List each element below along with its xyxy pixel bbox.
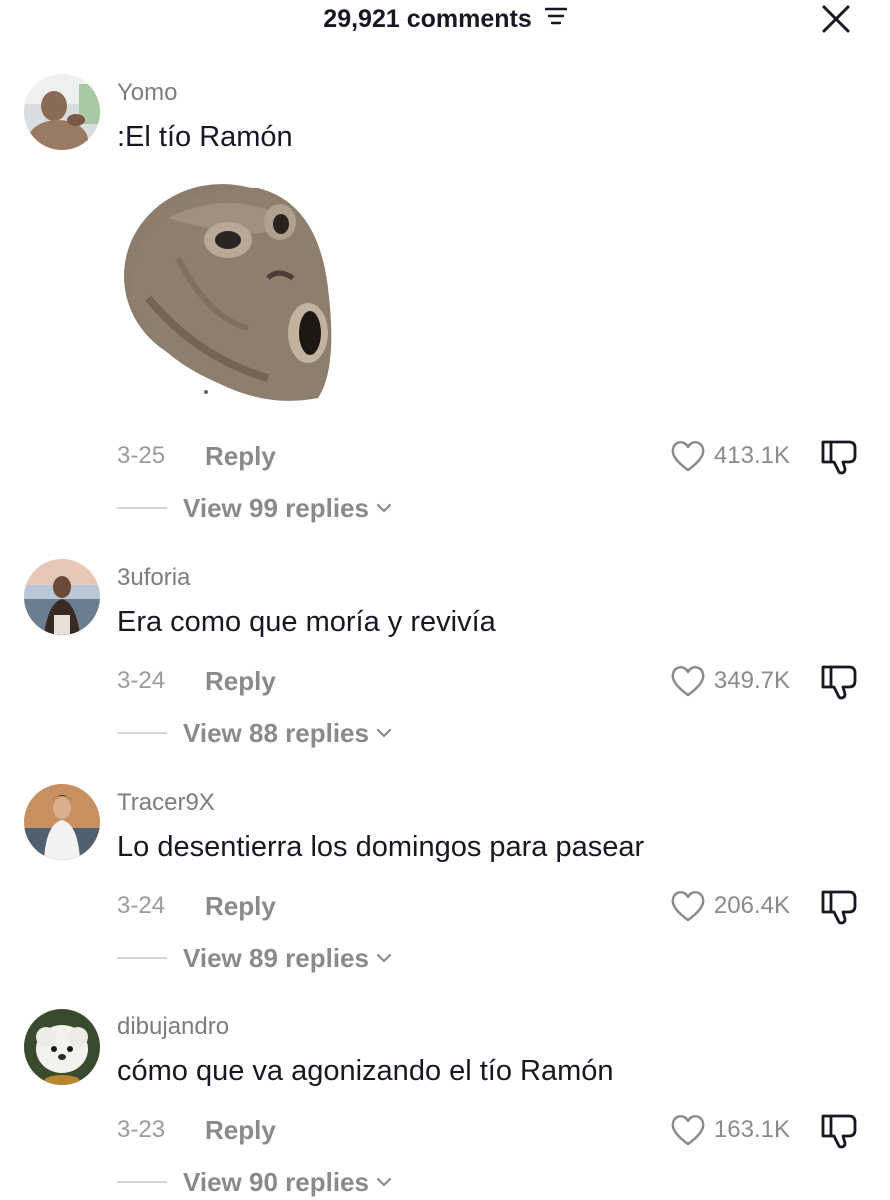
- comment-date: 3-24: [117, 892, 166, 919]
- heart-icon: [671, 441, 705, 472]
- comment-text: Era como que moría y revivía: [117, 606, 496, 638]
- like-count: 206.4K: [713, 892, 790, 919]
- view-replies-label: View 90 replies: [183, 1167, 369, 1197]
- heart-icon: [671, 891, 705, 922]
- comment-text: Lo desentierra los domingos para pasear: [117, 831, 645, 863]
- comment-username[interactable]: dibujandro: [117, 1012, 229, 1042]
- comments-header: 29,921 comments: [0, 0, 890, 38]
- view-replies-button[interactable]: View 89 replies: [117, 941, 393, 975]
- view-replies-button[interactable]: View 90 replies: [117, 1165, 393, 1199]
- chevron-down-icon: [376, 728, 392, 738]
- like-button[interactable]: 349.7K: [600, 661, 790, 701]
- reply-button[interactable]: Reply: [205, 441, 276, 471]
- chevron-down-icon: [376, 953, 392, 963]
- like-count: 163.1K: [713, 1116, 790, 1143]
- like-button[interactable]: 413.1K: [600, 436, 790, 476]
- skull-sticker: [118, 178, 348, 413]
- comment-username[interactable]: Yomo: [117, 78, 178, 108]
- reply-button[interactable]: Reply: [205, 1115, 276, 1145]
- comment-text: :El tío Ramón: [117, 121, 293, 153]
- comment-username[interactable]: 3uforia: [117, 563, 190, 593]
- reply-button[interactable]: Reply: [205, 666, 276, 696]
- chevron-down-icon: [376, 1177, 392, 1187]
- comment-date: 3-23: [117, 1116, 166, 1143]
- view-replies-button[interactable]: View 88 replies: [117, 716, 393, 750]
- chevron-down-icon: [376, 503, 392, 513]
- like-count: 349.7K: [713, 667, 790, 694]
- comments-count: 29,921 comments: [323, 5, 532, 33]
- comment-text: cómo que va agonizando el tío Ramón: [117, 1055, 614, 1087]
- filter-icon[interactable]: [544, 3, 567, 33]
- reply-button[interactable]: Reply: [205, 891, 276, 921]
- divider: [117, 957, 167, 959]
- comment-username[interactable]: Tracer9X: [117, 788, 215, 818]
- view-replies-label: View 89 replies: [183, 943, 369, 973]
- dislike-icon[interactable]: [818, 886, 862, 926]
- heart-icon: [671, 1115, 705, 1146]
- like-count: 413.1K: [713, 442, 790, 469]
- comment-date: 3-24: [117, 667, 166, 694]
- heart-icon: [671, 666, 705, 697]
- comment-date: 3-25: [117, 442, 166, 469]
- avatar[interactable]: [24, 1009, 100, 1085]
- dislike-icon[interactable]: [818, 436, 862, 476]
- like-button[interactable]: 163.1K: [600, 1110, 790, 1150]
- like-button[interactable]: 206.4K: [600, 886, 790, 926]
- divider: [117, 732, 167, 734]
- divider: [117, 1181, 167, 1183]
- avatar[interactable]: [24, 74, 100, 150]
- view-replies-button[interactable]: View 99 replies: [117, 491, 393, 525]
- avatar[interactable]: [24, 784, 100, 860]
- avatar[interactable]: [24, 559, 100, 635]
- close-icon[interactable]: [818, 2, 854, 36]
- divider: [117, 507, 167, 509]
- comments-title-row: 29,921 comments: [0, 4, 890, 34]
- dislike-icon[interactable]: [818, 661, 862, 701]
- view-replies-label: View 99 replies: [183, 493, 369, 523]
- dislike-icon[interactable]: [818, 1110, 862, 1150]
- view-replies-label: View 88 replies: [183, 718, 369, 748]
